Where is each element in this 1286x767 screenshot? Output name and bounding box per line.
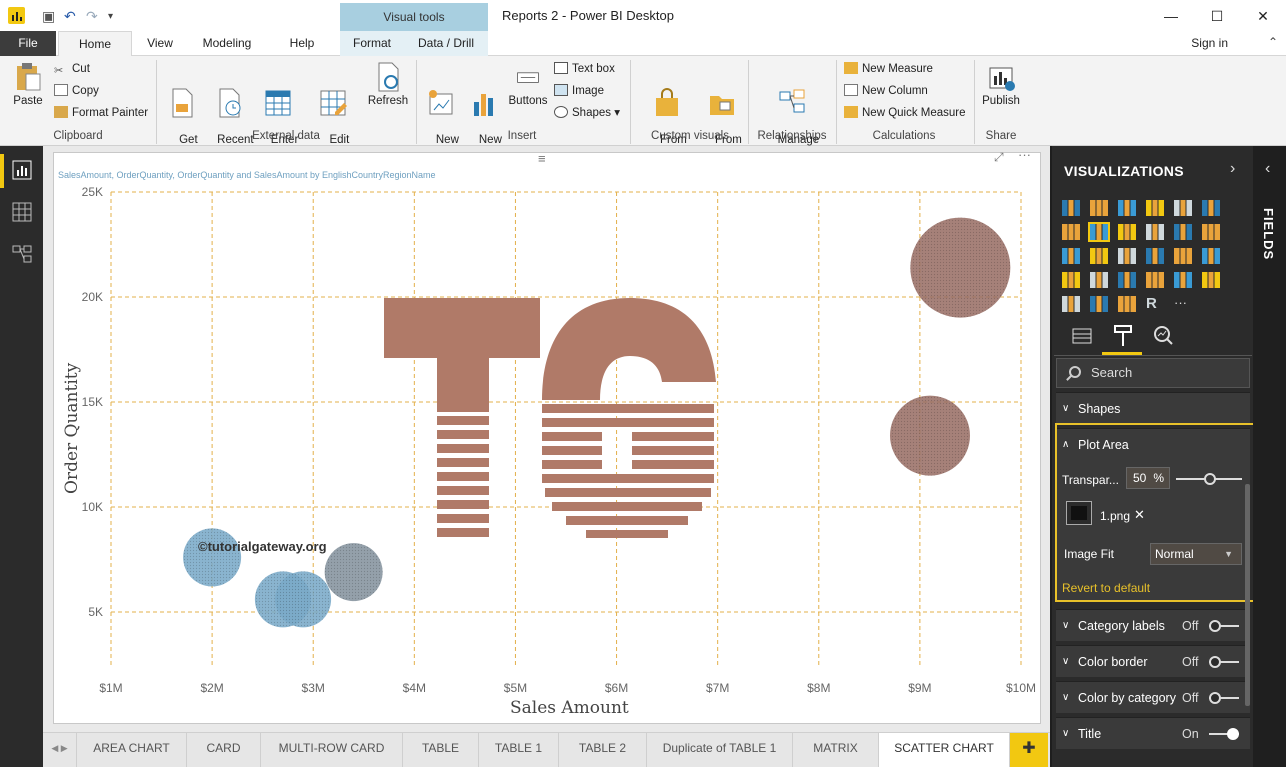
watermark-text: ©tutorialgateway.org [198, 539, 327, 554]
close-button[interactable]: ✕ [1240, 4, 1286, 28]
section-category-labels[interactable]: ∨ Category labels Off [1056, 609, 1250, 641]
page-tab[interactable]: TABLE [403, 733, 479, 767]
sign-in-link[interactable]: Sign in [1191, 36, 1228, 50]
x-tick-label: $3M [302, 681, 325, 695]
visual-type-icon[interactable] [1090, 296, 1108, 312]
visual-type-icon[interactable] [1118, 272, 1136, 288]
add-page-icon[interactable]: ✚ [1010, 733, 1048, 767]
page-tab[interactable]: TABLE 1 [479, 733, 559, 767]
format-search-input[interactable]: Search [1056, 358, 1250, 388]
bubble-texture [275, 571, 332, 628]
highlight-box [1055, 423, 1262, 602]
page-tab[interactable]: MULTI-ROW CARD [261, 733, 403, 767]
visual-type-icon[interactable] [1062, 296, 1080, 312]
visual-type-icon[interactable] [1202, 200, 1220, 216]
bubble-texture [183, 528, 242, 587]
visual-type-icon[interactable] [1174, 224, 1192, 240]
visual-type-icon[interactable] [1174, 272, 1192, 288]
x-tick-label: $1M [99, 681, 122, 695]
color-border-toggle[interactable] [1209, 656, 1239, 668]
visual-type-icon[interactable] [1174, 200, 1192, 216]
y-tick-label: 10K [82, 500, 103, 514]
scatter-chart-type-icon-selected[interactable] [1088, 222, 1110, 242]
page-tab[interactable]: TABLE 2 [559, 733, 647, 767]
page-tab[interactable]: MATRIX [793, 733, 879, 767]
visualizations-header: VISUALIZATIONS [1064, 163, 1184, 179]
y-axis-title: Order Quantity [62, 362, 82, 494]
visual-type-icon[interactable] [1062, 224, 1080, 240]
visual-type-icon[interactable]: R [1146, 296, 1164, 312]
pane-tabs [1054, 318, 1252, 356]
x-tick-label: $6M [605, 681, 628, 695]
search-icon [1069, 366, 1081, 378]
visual-type-icon[interactable] [1062, 248, 1080, 264]
collapse-pane-icon[interactable]: › [1230, 160, 1235, 178]
visual-type-icon[interactable] [1174, 248, 1192, 264]
visual-type-icon[interactable] [1118, 248, 1136, 264]
x-tick-label: $10M [1006, 681, 1036, 695]
page-scroll-arrows[interactable]: ◀ ▶ [43, 733, 77, 767]
x-tick-label: $2M [200, 681, 223, 695]
section-title[interactable]: ∨ Title On [1056, 717, 1250, 749]
category-labels-toggle[interactable] [1209, 620, 1239, 632]
visual-type-icon[interactable] [1202, 224, 1220, 240]
pane-scrollbar[interactable] [1245, 484, 1250, 706]
fields-rail[interactable]: ‹ FIELDS [1253, 146, 1286, 767]
visual-type-icon[interactable] [1090, 272, 1108, 288]
x-tick-label: $5M [504, 681, 527, 695]
visual-type-icon[interactable] [1062, 272, 1080, 288]
x-axis-title: Sales Amount [510, 698, 629, 718]
chevron-down-icon: ∨ [1062, 656, 1070, 667]
title-toggle[interactable] [1209, 728, 1239, 740]
chevron-down-icon: ∨ [1062, 692, 1070, 703]
visual-type-icon[interactable] [1146, 272, 1164, 288]
bubble-texture [324, 543, 383, 602]
page-tab-active[interactable]: SCATTER CHART [879, 733, 1010, 767]
y-tick-label: 20K [82, 290, 103, 304]
chevron-down-icon: ∨ [1062, 620, 1070, 631]
maximize-button[interactable]: ☐ [1194, 4, 1240, 28]
section-color-border[interactable]: ∨ Color border Off [1056, 645, 1250, 677]
visual-type-icon[interactable] [1062, 200, 1080, 216]
chevron-down-icon: ∨ [1062, 403, 1070, 414]
y-tick-label: 15K [82, 395, 103, 409]
minimize-button[interactable]: — [1148, 4, 1194, 28]
color-by-category-toggle[interactable] [1209, 692, 1239, 704]
fields-tab-icon[interactable] [1072, 326, 1092, 346]
scatter-chart: $1M $2M $3M $4M $5M $6M $7M $8M $9M $10M 5K 10K 15K 2… [82, 185, 1036, 695]
visualizations-pane: VISUALIZATIONS › R ··· Search ∨ Shapes ∧ Pl… [1050, 146, 1262, 767]
analytics-tab-icon[interactable] [1152, 324, 1174, 348]
collapse-ribbon-icon[interactable]: ⌃ [1268, 35, 1278, 49]
visual-type-icon[interactable] [1146, 224, 1164, 240]
page-tab[interactable]: CARD [187, 733, 261, 767]
page-tabs: ◀ ▶ AREA CHART CARD MULTI-ROW CARD TABLE… [43, 732, 1050, 767]
visual-type-icon[interactable] [1202, 272, 1220, 288]
x-tick-label: $9M [908, 681, 931, 695]
visual-type-icon[interactable] [1090, 200, 1108, 216]
y-tick-label: 25K [82, 185, 103, 199]
visual-type-icon[interactable] [1118, 200, 1136, 216]
bubble-texture [910, 217, 1011, 318]
y-tick-label: 5K [88, 605, 103, 619]
visual-type-icon[interactable] [1146, 248, 1164, 264]
page-tab[interactable]: Duplicate of TABLE 1 [647, 733, 793, 767]
bubble-texture [890, 395, 970, 476]
paint-roller-icon[interactable] [1112, 324, 1134, 348]
visual-type-icon[interactable] [1202, 248, 1220, 264]
x-tick-label: $4M [403, 681, 426, 695]
background-logo-image [384, 298, 716, 538]
visual-type-icon[interactable] [1118, 296, 1136, 312]
chevron-left-icon[interactable]: ‹ [1265, 160, 1270, 178]
visual-type-icon[interactable] [1090, 248, 1108, 264]
chevron-down-icon: ∨ [1062, 728, 1070, 739]
visual-type-icon[interactable] [1118, 224, 1136, 240]
x-tick-label: $7M [706, 681, 729, 695]
fields-label: FIELDS [1261, 208, 1276, 261]
visual-type-icon[interactable] [1146, 200, 1164, 216]
page-tab[interactable]: AREA CHART [77, 733, 187, 767]
section-shapes[interactable]: ∨ Shapes [1056, 392, 1250, 424]
visual-type-icon[interactable]: ··· [1174, 296, 1192, 312]
x-tick-label: $8M [807, 681, 830, 695]
section-color-by-category[interactable]: ∨ Color by category Off [1056, 681, 1250, 713]
